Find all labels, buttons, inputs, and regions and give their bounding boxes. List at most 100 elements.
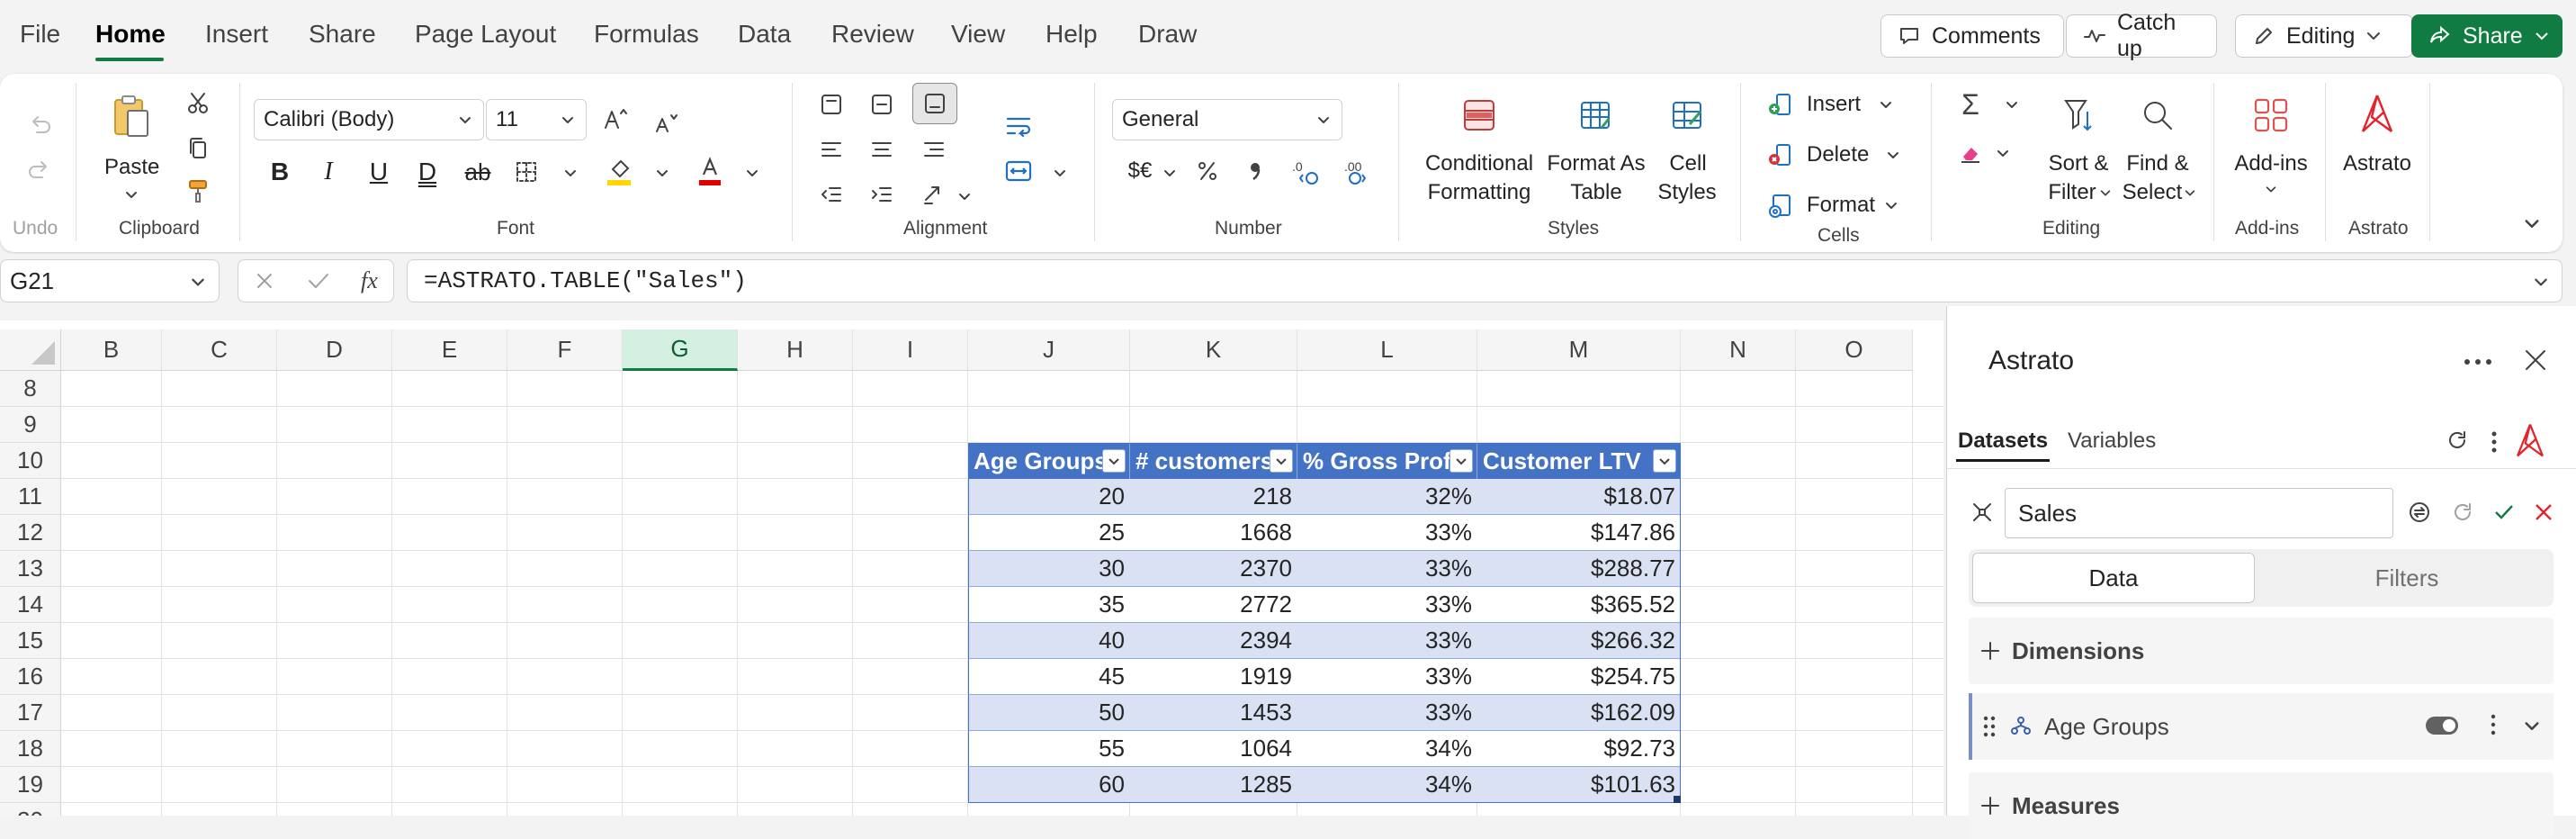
menu-home[interactable]: Home [95, 20, 166, 49]
astrato-label[interactable]: Astrato [2343, 149, 2411, 178]
chevron-down-icon[interactable] [1992, 142, 2014, 164]
row-header[interactable]: 19 [0, 767, 61, 803]
chevron-down-icon[interactable] [741, 162, 763, 184]
format-as-table-label-1[interactable]: Format As [1540, 149, 1652, 178]
column-header[interactable]: F [507, 329, 623, 371]
row-header[interactable]: 9 [0, 407, 61, 443]
segment-data[interactable]: Data [1972, 553, 2255, 603]
column-header[interactable]: O [1796, 329, 1913, 371]
column-header[interactable]: H [738, 329, 853, 371]
conditional-formatting-label-2[interactable]: Formatting [1416, 178, 1542, 207]
font-size-dropdown[interactable]: 11 [486, 99, 587, 140]
editing-mode-button[interactable]: Editing [2235, 14, 2413, 58]
table-cell[interactable]: 45 [968, 659, 1130, 695]
menu-page-layout[interactable]: Page Layout [415, 20, 556, 49]
refresh-icon[interactable] [2446, 429, 2473, 456]
row-header[interactable]: 11 [0, 479, 61, 515]
paste-icon[interactable] [106, 92, 157, 142]
menu-draw[interactable]: Draw [1138, 20, 1197, 49]
table-cell[interactable]: 1285 [1130, 767, 1297, 803]
add-ins-label[interactable]: Add-ins [2228, 149, 2314, 178]
column-header[interactable]: I [853, 329, 968, 371]
table-header-cell[interactable]: Age Groups [968, 443, 1130, 479]
table-cell[interactable]: 33% [1297, 551, 1477, 587]
table-cell[interactable]: 2370 [1130, 551, 1297, 587]
delete-cells-label[interactable]: Delete [1807, 140, 1869, 169]
find-select-label-2[interactable]: Select [2116, 178, 2188, 207]
row-header[interactable]: 8 [0, 371, 61, 407]
table-cell[interactable]: 40 [968, 623, 1130, 659]
row-header[interactable]: 13 [0, 551, 61, 587]
redo-icon[interactable] [23, 155, 56, 187]
cell-styles-label-2[interactable]: Styles [1647, 178, 1728, 207]
font-name-dropdown[interactable]: Calibri (Body) [254, 99, 484, 140]
close-icon[interactable] [2521, 346, 2554, 378]
copy-icon[interactable] [182, 131, 214, 164]
table-cell[interactable]: 33% [1297, 587, 1477, 623]
dimension-item-age-groups[interactable]: Age Groups [1969, 693, 2554, 760]
menu-view[interactable]: View [951, 20, 1005, 49]
table-header-cell[interactable]: # customers [1130, 443, 1297, 479]
fill-color-icon[interactable] [603, 153, 637, 189]
align-right-icon[interactable] [918, 133, 950, 166]
column-header[interactable]: D [277, 329, 392, 371]
chevron-down-icon[interactable] [1880, 194, 1902, 216]
cut-icon[interactable] [182, 86, 214, 119]
chevron-down-icon[interactable] [954, 185, 975, 207]
align-center-icon[interactable] [866, 133, 898, 166]
increase-indent-icon[interactable] [866, 178, 898, 211]
italic-icon[interactable]: I [313, 157, 344, 187]
table-cell[interactable]: $147.86 [1477, 515, 1681, 551]
catch-up-button[interactable]: Catch up [2066, 10, 2217, 61]
increase-font-icon[interactable] [599, 103, 632, 135]
chevron-down-icon[interactable] [2096, 184, 2114, 202]
delete-cells-icon[interactable] [1764, 139, 1796, 171]
drag-handle-icon[interactable] [1983, 715, 1996, 738]
comments-button[interactable]: Comments [1880, 14, 2064, 58]
find-select-icon[interactable] [2138, 94, 2177, 137]
add-ins-icon[interactable] [2249, 94, 2293, 137]
align-bottom-icon[interactable] [912, 83, 957, 124]
row-header[interactable]: 20 [0, 803, 61, 816]
menu-insert[interactable]: Insert [205, 20, 268, 49]
table-cell[interactable]: 20 [968, 479, 1130, 515]
align-top-icon[interactable] [815, 88, 848, 121]
column-header[interactable]: J [968, 329, 1130, 371]
table-cell[interactable]: 30 [968, 551, 1130, 587]
chevron-down-icon[interactable] [2001, 94, 2023, 115]
formula-input[interactable]: =ASTRATO.TABLE("Sales") [407, 259, 2563, 302]
filter-dropdown-icon[interactable] [1102, 449, 1126, 473]
format-as-table-icon[interactable] [1576, 95, 1616, 135]
chevron-down-icon[interactable] [651, 162, 673, 184]
cancel-icon[interactable] [254, 270, 275, 292]
table-cell[interactable]: $101.63 [1477, 767, 1681, 803]
cell-styles-label-1[interactable]: Cell [1652, 149, 1724, 178]
bold-icon[interactable]: B [265, 157, 295, 187]
astrato-logo-icon[interactable] [2356, 90, 2399, 137]
sort-filter-label-2[interactable]: Filter [2041, 178, 2104, 207]
conditional-formatting-icon[interactable] [1459, 95, 1499, 135]
align-middle-icon[interactable] [866, 88, 898, 121]
paste-label[interactable]: Paste [104, 153, 159, 182]
table-cell[interactable]: 32% [1297, 479, 1477, 515]
column-header[interactable]: M [1477, 329, 1681, 371]
table-cell[interactable]: 218 [1130, 479, 1297, 515]
dimension-toggle[interactable] [2426, 717, 2458, 735]
reload-icon[interactable] [2451, 501, 2478, 528]
double-underline-icon[interactable]: D [412, 157, 443, 187]
column-header[interactable]: C [162, 329, 277, 371]
filter-dropdown-icon[interactable] [1653, 449, 1676, 473]
font-color-icon[interactable] [693, 153, 727, 189]
kebab-menu-icon[interactable] [2491, 430, 2503, 456]
merge-center-icon[interactable] [1001, 155, 1037, 187]
find-select-label-1[interactable]: Find & [2122, 149, 2194, 178]
share-button[interactable]: Share [2411, 14, 2563, 58]
name-box[interactable]: G21 [0, 259, 220, 302]
kebab-menu-icon[interactable] [2491, 713, 2496, 736]
tab-datasets[interactable]: Datasets [1958, 429, 2048, 454]
more-options-icon[interactable] [2460, 344, 2496, 380]
chevron-down-icon[interactable] [1159, 162, 1180, 184]
clear-icon[interactable] [1954, 137, 1987, 169]
enter-check-icon[interactable] [307, 270, 330, 292]
conditional-formatting-label-1[interactable]: Conditional [1416, 149, 1542, 178]
